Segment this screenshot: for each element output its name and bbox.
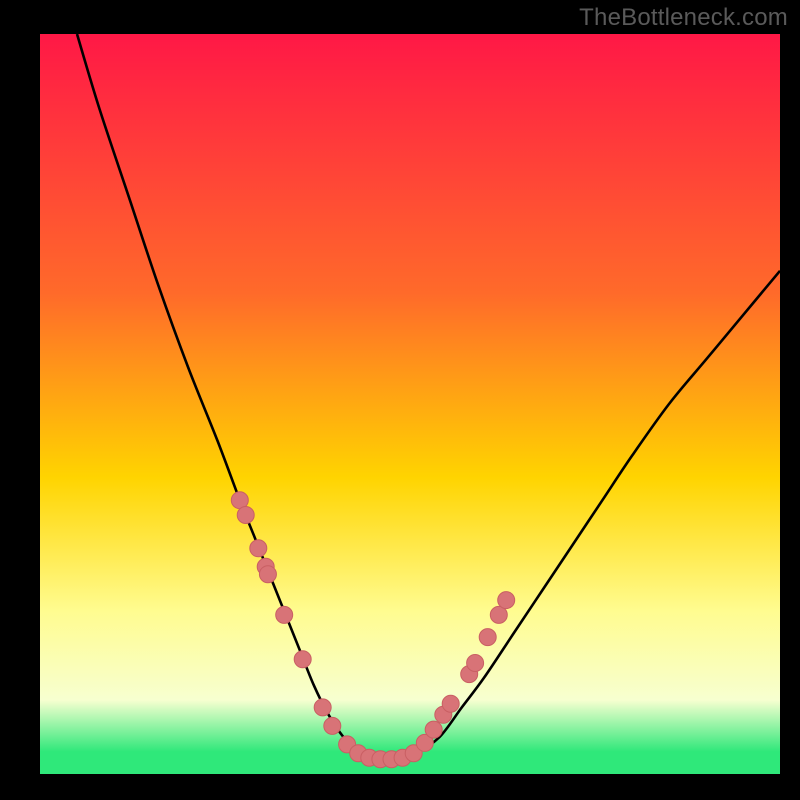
sample-point bbox=[250, 540, 267, 557]
sample-point bbox=[294, 651, 311, 668]
sample-point bbox=[467, 655, 484, 672]
sample-point bbox=[314, 699, 331, 716]
sample-point bbox=[479, 629, 496, 646]
sample-point bbox=[324, 717, 341, 734]
sample-point bbox=[498, 592, 515, 609]
bottleneck-plot bbox=[0, 0, 800, 800]
sample-point bbox=[425, 721, 442, 738]
sample-point bbox=[276, 606, 293, 623]
sample-point bbox=[237, 507, 254, 524]
sample-point bbox=[442, 695, 459, 712]
sample-point bbox=[259, 566, 276, 583]
chart-container: TheBottleneck.com bbox=[0, 0, 800, 800]
watermark-text: TheBottleneck.com bbox=[579, 4, 788, 32]
